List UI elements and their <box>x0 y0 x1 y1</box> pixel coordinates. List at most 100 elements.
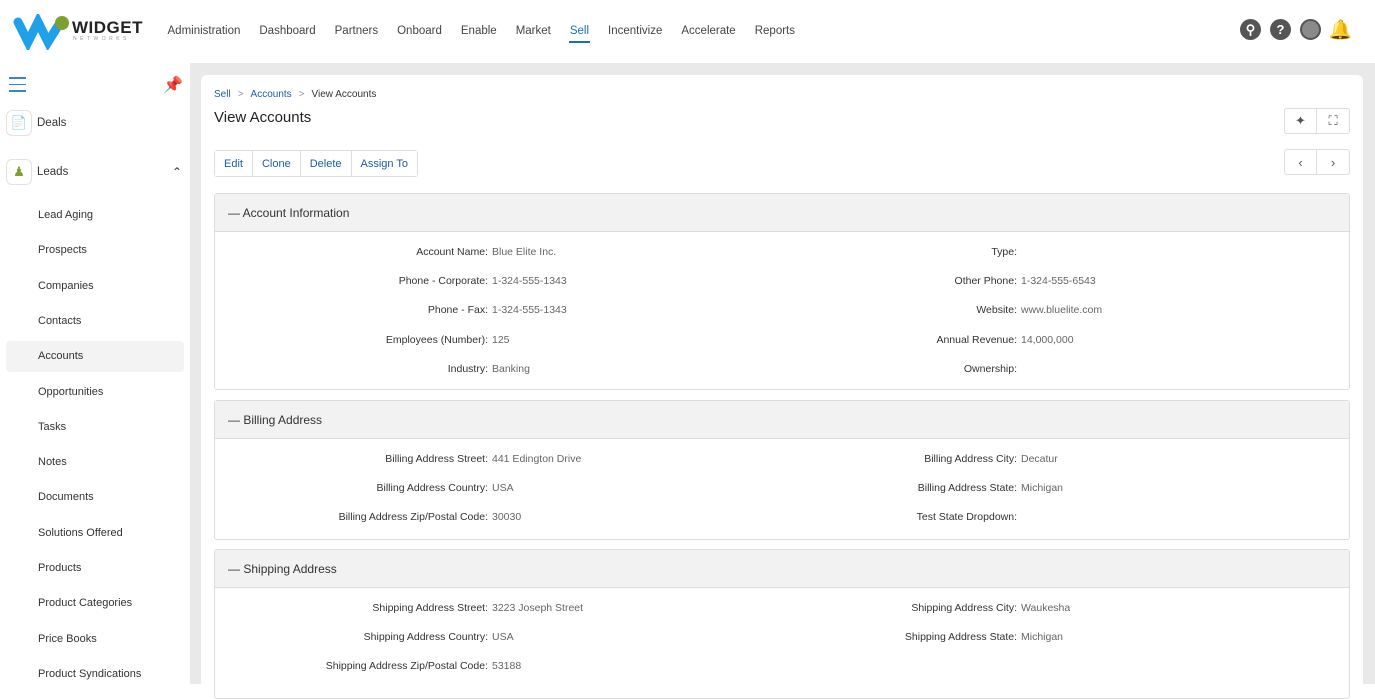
sidebar-item-product-categories[interactable]: Product Categories <box>6 588 184 619</box>
nav-administration[interactable]: Administration <box>158 0 250 63</box>
section-title: Billing Address <box>243 413 323 427</box>
field-value: 53188 <box>492 660 522 673</box>
field-label: Type: <box>991 246 1017 258</box>
section-shipping-address: — Shipping Address Shipping Address Stree… <box>214 549 1350 699</box>
field-row: Shipping Address Zip/Postal Code: 53188 <box>215 658 521 674</box>
field-value: Michigan <box>1021 482 1064 495</box>
field-label: Other Phone: <box>954 275 1017 288</box>
field-row: Billing Address City: Decatur <box>215 451 1058 467</box>
breadcrumb-separator: > <box>237 89 244 100</box>
sidebar-group-label: Deals <box>37 117 67 129</box>
field-label: Ownership: <box>963 362 1017 375</box>
clone-button[interactable]: Clone <box>252 151 301 176</box>
field-label: Shipping Address City: <box>911 602 1017 614</box>
collapse-icon[interactable]: — <box>228 413 243 427</box>
menu-icon[interactable] <box>9 77 26 97</box>
sidebar-item-products[interactable]: Products <box>6 553 184 584</box>
main-area: Sell > Accounts > View Accounts View Accou… <box>190 63 1375 699</box>
field-value: Waukesha <box>1021 602 1071 614</box>
field-value: www.bluelite.com <box>1021 304 1103 317</box>
sidebar-item-tasks[interactable]: Tasks <box>6 412 184 443</box>
deals-icon: 📄 <box>6 110 32 136</box>
field-value: 14,000,000 <box>1021 333 1074 346</box>
nav-partners[interactable]: Partners <box>325 0 387 63</box>
sidebar-item-companies[interactable]: Companies <box>6 271 184 302</box>
pin-icon[interactable]: ✦ <box>1285 109 1317 133</box>
edit-button[interactable]: Edit <box>215 151 253 176</box>
sidebar-item-price-books[interactable]: Price Books <box>6 624 184 655</box>
field-label: Billing Address City: <box>924 453 1017 465</box>
field-row: Website: www.bluelite.com <box>215 302 1102 318</box>
leads-icon: ♟ <box>6 159 32 185</box>
sidebar-item-documents[interactable]: Documents <box>6 482 184 513</box>
nav-market[interactable]: Market <box>506 0 560 63</box>
field-label: Test State Dropdown: <box>916 511 1017 524</box>
page-title: View Accounts <box>214 109 312 126</box>
field-row: Annual Revenue: 14,000,000 <box>215 332 1073 348</box>
assign-to-button[interactable]: Assign To <box>351 151 418 176</box>
section-header[interactable]: — Account Information <box>215 194 1349 232</box>
sidebar-item-prospects[interactable]: Prospects <box>6 235 184 266</box>
breadcrumb-current: View Accounts <box>311 89 377 100</box>
sidebar-item-solutions-offered[interactable]: Solutions Offered <box>6 518 184 549</box>
search-icon[interactable]: ⚲ <box>1240 19 1261 40</box>
field-label: Website: <box>976 304 1017 317</box>
section-billing-address: — Billing Address Billing Address Street:… <box>214 400 1350 540</box>
field-label: Shipping Address Zip/Postal Code: <box>325 660 488 673</box>
field-row: Other Phone: 1-324-555-6543 <box>215 273 1096 289</box>
chevron-up-icon[interactable]: ⌃ <box>172 165 182 179</box>
section-header[interactable]: — Shipping Address <box>215 550 1349 588</box>
avatar[interactable] <box>1300 19 1321 40</box>
breadcrumb: Sell > Accounts > View Accounts <box>214 89 376 100</box>
bell-icon[interactable]: 🔔 <box>1329 19 1353 41</box>
brand-subtitle: NETWORKS <box>73 36 130 42</box>
nav-enable[interactable]: Enable <box>451 0 506 63</box>
brand-name: WIDGET <box>72 18 143 37</box>
sidebar-item-notes[interactable]: Notes <box>6 447 184 478</box>
content-card: Sell > Accounts > View Accounts View Accou… <box>201 75 1363 699</box>
pin-icon[interactable]: 📌 <box>163 75 183 95</box>
sidebar-group-leads[interactable]: ♟ Leads ⌃ <box>6 159 186 185</box>
collapse-icon[interactable]: — <box>228 206 243 220</box>
help-icon[interactable]: ? <box>1270 19 1291 40</box>
breadcrumb-separator: > <box>298 89 305 100</box>
field-row: Billing Address State: Michigan <box>215 480 1063 496</box>
next-record-icon[interactable]: › <box>1317 150 1349 174</box>
field-row: Shipping Address State: Michigan <box>215 629 1063 645</box>
sidebar-item-product-syndications[interactable]: Product Syndications <box>6 659 184 690</box>
sidebar-item-opportunities[interactable]: Opportunities <box>6 377 184 408</box>
field-value: Michigan <box>1021 631 1064 644</box>
fullscreen-icon[interactable]: ⛶ <box>1317 109 1349 133</box>
nav-dashboard[interactable]: Dashboard <box>250 0 325 63</box>
sidebar-group-deals[interactable]: 📄 Deals <box>6 110 186 136</box>
record-pager: ‹ › <box>1284 149 1350 175</box>
sidebar-item-lead-aging[interactable]: Lead Aging <box>6 200 184 231</box>
section-title: Account Information <box>242 206 350 220</box>
top-header: WIDGET NETWORKS Administration Dashboard P… <box>0 0 1375 63</box>
field-row: Test State Dropdown: <box>215 509 1017 525</box>
main-nav: Administration Dashboard Partners Onboard En… <box>158 0 805 63</box>
field-label: Annual Revenue: <box>936 333 1017 346</box>
field-value: Decatur <box>1021 453 1058 465</box>
field-row: Shipping Address City: Waukesha <box>215 600 1070 616</box>
sidebar-item-contacts[interactable]: Contacts <box>6 306 184 337</box>
collapse-icon[interactable]: — <box>228 562 243 576</box>
field-label: Shipping Address State: <box>904 631 1017 644</box>
field-label: Billing Address State: <box>917 482 1017 495</box>
breadcrumb-accounts[interactable]: Accounts <box>251 89 292 100</box>
nav-sell[interactable]: Sell <box>560 0 598 63</box>
field-row: Ownership: <box>215 361 1017 377</box>
delete-button[interactable]: Delete <box>300 151 352 176</box>
nav-incentivize[interactable]: Incentivize <box>599 0 672 63</box>
sidebar-item-accounts[interactable]: Accounts <box>6 341 184 373</box>
breadcrumb-sell[interactable]: Sell <box>214 89 231 100</box>
nav-onboard[interactable]: Onboard <box>388 0 452 63</box>
sidebar: 📌 📄 Deals ♟ Leads ⌃ Lead Aging Prospects C… <box>0 63 190 684</box>
previous-record-icon[interactable]: ‹ <box>1285 150 1317 174</box>
action-buttons: Edit Clone Delete Assign To <box>214 150 419 177</box>
nav-accelerate[interactable]: Accelerate <box>672 0 745 63</box>
section-account-information: — Account Information Account Name: Blue E… <box>214 193 1350 390</box>
section-header[interactable]: — Billing Address <box>215 401 1349 439</box>
field-value: 1-324-555-6543 <box>1021 275 1096 288</box>
nav-reports[interactable]: Reports <box>745 0 804 63</box>
